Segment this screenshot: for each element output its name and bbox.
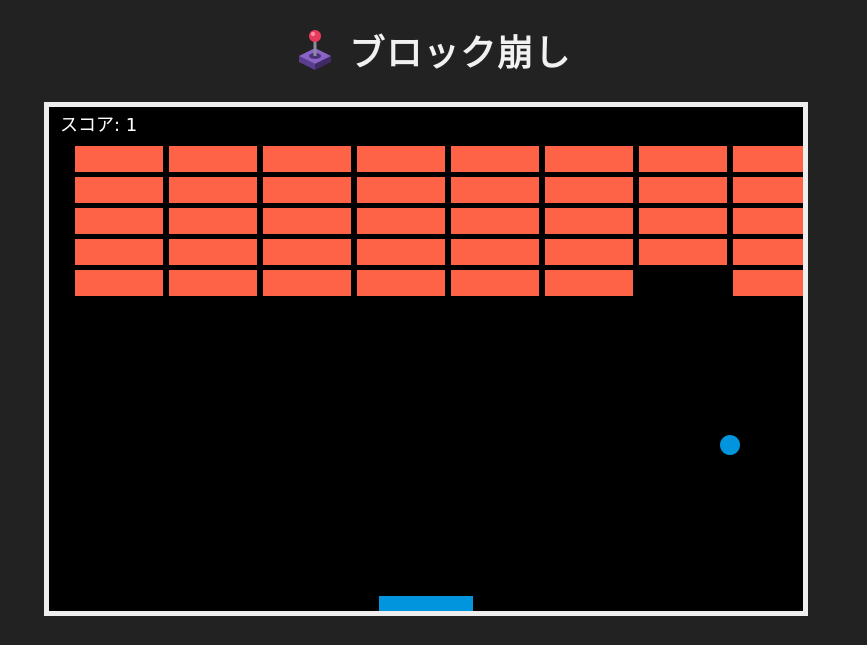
joystick-icon [299, 30, 332, 70]
brick [545, 270, 633, 296]
brick [169, 177, 257, 203]
brick [75, 177, 163, 203]
page-title-text: ブロック崩し [349, 33, 572, 74]
brick [639, 177, 727, 203]
brick [733, 208, 803, 234]
brick [169, 239, 257, 265]
brick [733, 146, 803, 172]
brick [357, 208, 445, 234]
brick [357, 146, 445, 172]
brick [263, 239, 351, 265]
brick [639, 146, 727, 172]
brick [733, 177, 803, 203]
brick [169, 270, 257, 296]
brick [263, 146, 351, 172]
brick [75, 146, 163, 172]
brick [451, 208, 539, 234]
brick [451, 270, 539, 296]
brick [545, 177, 633, 203]
brick [263, 208, 351, 234]
paddle[interactable] [379, 596, 473, 611]
brick [357, 270, 445, 296]
brick [639, 208, 727, 234]
brick [545, 239, 633, 265]
brick [263, 177, 351, 203]
ball [720, 435, 740, 455]
brick [357, 177, 445, 203]
brick [545, 208, 633, 234]
game-canvas[interactable]: スコア: 1 [44, 102, 808, 616]
brick [75, 208, 163, 234]
brick [451, 146, 539, 172]
brick [75, 239, 163, 265]
brick [169, 208, 257, 234]
page-title: ブロック崩し [0, 24, 867, 76]
brick [75, 270, 163, 296]
brick [545, 146, 633, 172]
brick [451, 239, 539, 265]
brick [733, 239, 803, 265]
brick [169, 146, 257, 172]
brick [733, 270, 803, 296]
brick [357, 239, 445, 265]
brick [263, 270, 351, 296]
score-display: スコア: 1 [60, 115, 138, 136]
brick [451, 177, 539, 203]
brick [639, 239, 727, 265]
